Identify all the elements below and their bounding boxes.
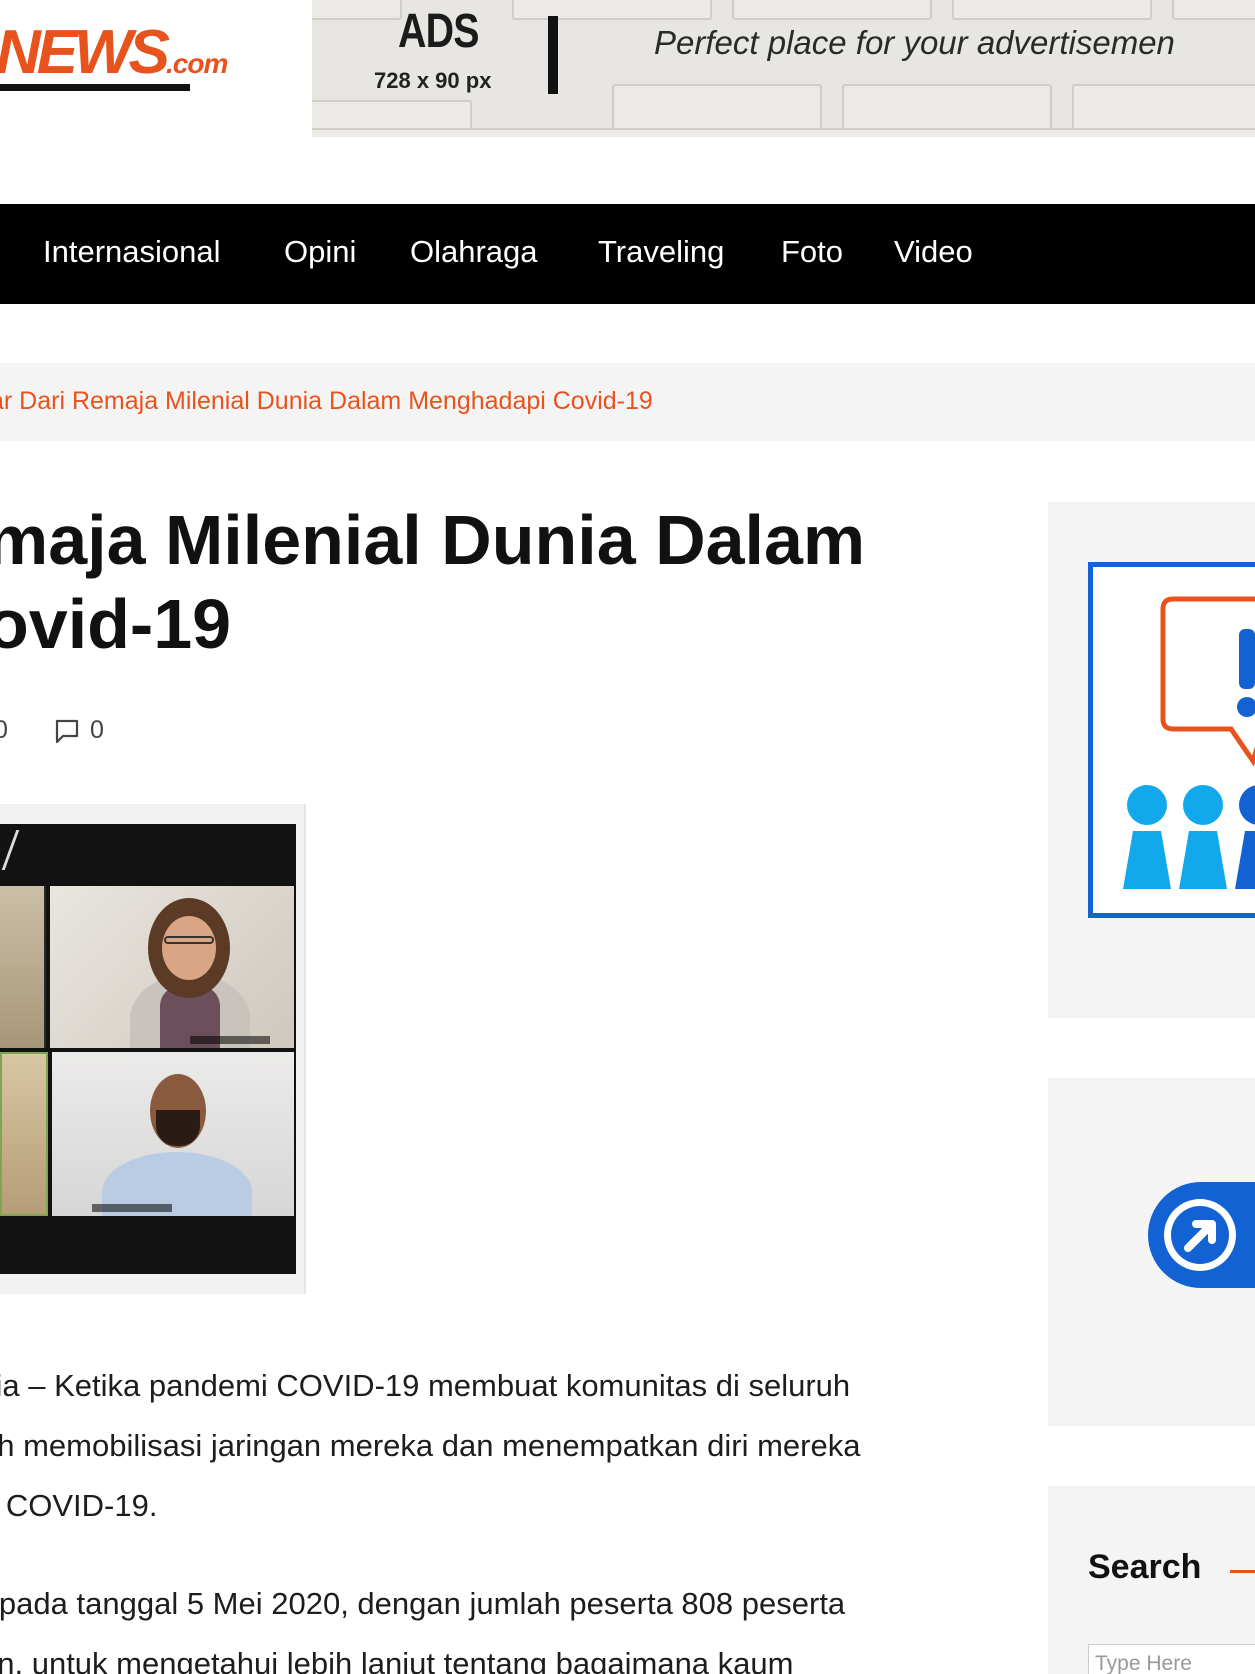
exclamation-speech-icon (1160, 596, 1255, 767)
nav-item-olahraga[interactable]: Olahraga (410, 234, 538, 270)
article-paragraph: r pada tanggal 5 Mei 2020, dengan jumlah… (0, 1574, 940, 1674)
article-paragraph: sia – Ketika pandemi COVID-19 membuat ko… (0, 1356, 940, 1536)
arrow-circle-icon[interactable] (1144, 1178, 1255, 1292)
paragraph-line: ah memobilisasi jaringan mereka dan mene… (0, 1428, 861, 1463)
comment-count[interactable]: 0 (90, 716, 104, 745)
search-input[interactable] (1088, 1644, 1255, 1674)
article-title: maja Milenial Dunia Dalam ovid-19 (0, 498, 916, 666)
people-icon (1123, 785, 1255, 889)
nav-item-opini[interactable]: Opini (284, 234, 356, 270)
article-body: sia – Ketika pandemi COVID-19 membuat ko… (0, 1356, 940, 1674)
sidebar-widget-notice (1048, 502, 1255, 1018)
main-navbar: Internasional Opini Olahraga Traveling F… (0, 204, 1255, 304)
article-title-line-2: ovid-19 (0, 585, 232, 663)
sidebar-widget-search: Search (1048, 1486, 1255, 1674)
article-title-line-1: maja Milenial Dunia Dalam (0, 501, 866, 579)
search-widget-title: Search (1088, 1548, 1202, 1586)
paragraph-line: sia – Ketika pandemi COVID-19 membuat ko… (0, 1368, 851, 1403)
video-call-screenshot (0, 824, 296, 1274)
nav-item-foto[interactable]: Foto (781, 234, 843, 270)
comment-icon[interactable] (54, 718, 80, 744)
nav-item-internasional[interactable]: Internasional (43, 234, 221, 270)
breadcrumb: ar Dari Remaja Milenial Dunia Dalam Meng… (0, 363, 1255, 441)
article-featured-image[interactable] (0, 804, 306, 1294)
ad-size: 728 x 90 px (374, 68, 492, 93)
meta-count: 0 (0, 716, 8, 744)
logo-underline (0, 84, 190, 91)
site-logo[interactable]: NEWS.com (0, 14, 228, 94)
ad-title: ADS (398, 5, 479, 58)
header-ad-banner[interactable]: ADS 728 x 90 px Perfect place for your a… (312, 0, 1255, 137)
title-accent-line (1230, 1570, 1255, 1573)
nav-item-video[interactable]: Video (894, 234, 973, 270)
notice-banner[interactable] (1088, 562, 1255, 918)
breadcrumb-current[interactable]: ar Dari Remaja Milenial Dunia Dalam Meng… (0, 387, 653, 416)
nav-item-traveling[interactable]: Traveling (598, 234, 724, 270)
sidebar-widget-link (1048, 1078, 1255, 1426)
ad-tagline: Perfect place for your advertisemen (654, 24, 1175, 61)
paragraph-line: r pada tanggal 5 Mei 2020, dengan jumlah… (0, 1586, 846, 1621)
paragraph-line: n COVID-19. (0, 1488, 158, 1523)
ad-divider (548, 16, 558, 94)
paragraph-line: an, untuk mengetahui lebih lanjut tentan… (0, 1646, 794, 1674)
